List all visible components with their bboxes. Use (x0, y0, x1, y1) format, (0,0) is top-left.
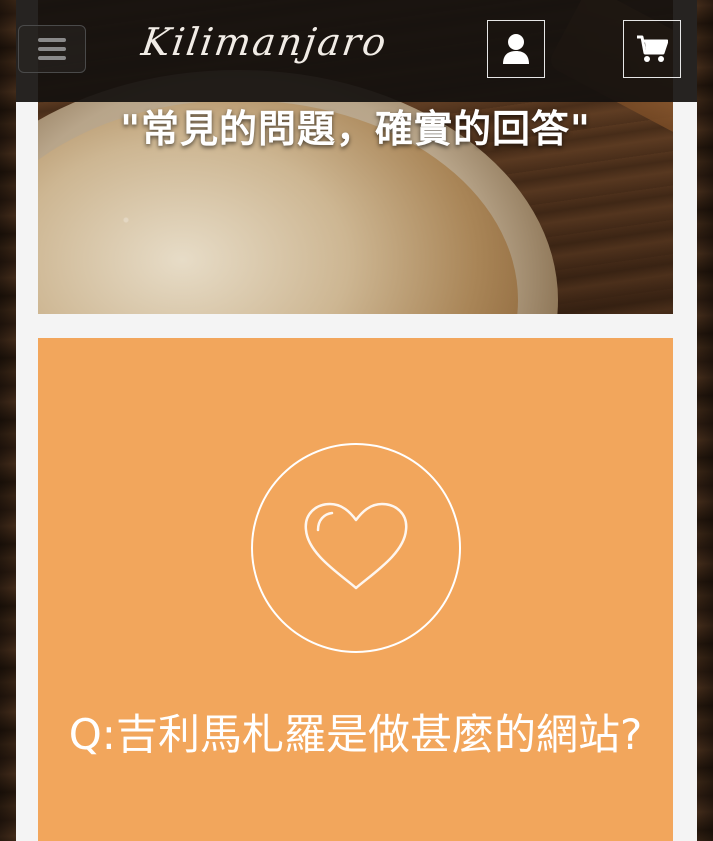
faq-card: Q:吉利馬札羅是做甚麼的網站? (38, 338, 673, 841)
user-icon (503, 34, 529, 64)
top-header-bar: Kilimanjaro (16, 0, 697, 102)
hamburger-menu-icon-bar (38, 47, 66, 51)
cart-icon (637, 35, 668, 62)
hero-title: "常見的問題，確實的回答" (120, 106, 591, 151)
heart-icon-circle (251, 443, 461, 653)
hamburger-menu-icon-bar (38, 56, 66, 60)
hamburger-menu-icon-bar (38, 38, 66, 42)
heart-icon (304, 502, 408, 590)
page-content: "常見的問題，確實的回答" Q:吉利馬札羅是做甚麼的網站? (16, 0, 697, 841)
hamburger-menu-button[interactable] (18, 25, 86, 73)
user-account-button[interactable] (487, 20, 545, 78)
shopping-cart-button[interactable] (623, 20, 681, 78)
site-logo[interactable]: Kilimanjaro (139, 20, 391, 64)
faq-question: Q:吉利馬札羅是做甚麼的網站? (68, 710, 643, 759)
